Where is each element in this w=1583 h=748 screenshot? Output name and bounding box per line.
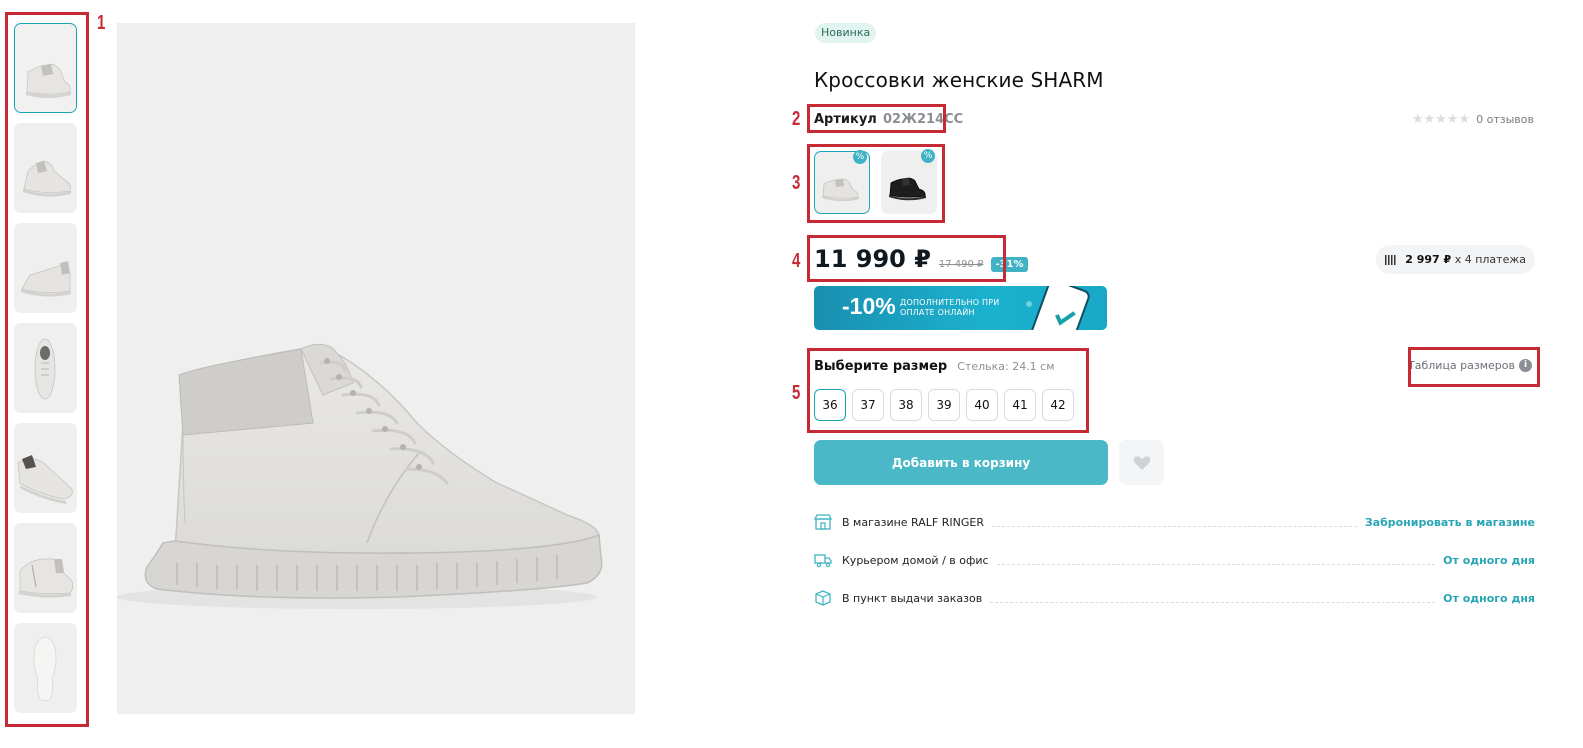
rating-stars-icon: ★★★★★ <box>1411 112 1471 127</box>
annotation-label-2: 2 <box>792 108 801 130</box>
annotation-label-1: 1 <box>97 12 106 34</box>
thumbnail-side-view-2[interactable] <box>14 123 77 213</box>
pickup-delivery-link[interactable]: От одного дня <box>1443 592 1535 605</box>
online-payment-promo-banner[interactable]: -10% дополнительно при оплате онлайн <box>814 286 1107 330</box>
delivery-row-courier: Курьером домой / в офис От одного дня <box>814 552 1535 568</box>
color-option-black[interactable]: % <box>881 149 937 214</box>
size-button-39[interactable]: 39 <box>928 389 960 421</box>
price-block: 11 990 ₽ 17 490 ₽ -31% <box>814 245 1028 273</box>
color-options: % % <box>814 149 937 214</box>
truck-icon <box>814 554 832 568</box>
box-icon <box>815 590 831 606</box>
sku: Артикул 02Ж214СС <box>814 112 963 127</box>
thumbnail-sole-view[interactable] <box>14 623 77 713</box>
main-product-image[interactable] <box>117 23 635 714</box>
info-icon: i <box>1519 359 1532 372</box>
size-header: Выберите размер Стелька: 24.1 см <box>814 359 1055 374</box>
thumbnail-front-view[interactable] <box>14 423 77 513</box>
size-title: Выберите размер <box>814 359 948 374</box>
sale-badge-icon: % <box>921 149 935 163</box>
courier-delivery-link[interactable]: От одного дня <box>1443 554 1535 567</box>
delivery-row-store: В магазине RALF RINGER Забронировать в м… <box>814 514 1535 530</box>
thumbnail-side-view[interactable] <box>14 23 77 113</box>
annotation-label-5: 5 <box>792 382 801 404</box>
store-icon <box>814 514 832 530</box>
insole-length: Стелька: 24.1 см <box>957 360 1055 373</box>
phone-check-icon <box>1026 286 1090 330</box>
product-title: Кроссовки женские SHARM <box>814 68 1104 92</box>
size-button-42[interactable]: 42 <box>1042 389 1074 421</box>
installment-text: x 4 платежа <box>1454 253 1526 266</box>
reviews-count[interactable]: 0 отзывов <box>1476 113 1534 126</box>
delivery-pickup-label: В пункт выдачи заказов <box>842 591 983 605</box>
size-button-36[interactable]: 36 <box>814 389 846 421</box>
installment-amount: 2 997 ₽ <box>1405 253 1452 266</box>
sku-label: Артикул <box>814 112 877 127</box>
favorite-button[interactable] <box>1119 440 1164 485</box>
promo-text: дополнительно при оплате онлайн <box>900 298 1000 317</box>
thumbnail-list <box>14 23 77 723</box>
size-selector: 36 37 38 39 40 41 42 <box>814 389 1074 421</box>
size-button-37[interactable]: 37 <box>852 389 884 421</box>
heart-icon <box>1133 455 1150 470</box>
delivery-store-label: В магазине RALF RINGER <box>842 515 984 529</box>
size-table-label[interactable]: Таблица размеров <box>1408 359 1515 372</box>
installment-icon <box>1385 254 1396 265</box>
add-to-cart-button[interactable]: Добавить в корзину <box>814 440 1108 485</box>
current-price: 11 990 ₽ <box>814 245 931 273</box>
size-button-40[interactable]: 40 <box>966 389 998 421</box>
size-button-38[interactable]: 38 <box>890 389 922 421</box>
size-table-link[interactable]: Таблица размеров i <box>1408 359 1532 372</box>
thumbnail-back-view[interactable] <box>14 223 77 313</box>
thumbnail-top-view[interactable] <box>14 323 77 413</box>
delivery-courier-label: Курьером домой / в офис <box>842 553 989 567</box>
reserve-in-store-link[interactable]: Забронировать в магазине <box>1365 516 1535 529</box>
installment-badge[interactable]: 2 997 ₽ x 4 платежа <box>1376 245 1535 274</box>
promo-percent: -10% <box>842 293 896 319</box>
thumbnail-inner-view[interactable] <box>14 523 77 613</box>
sale-badge-icon: % <box>853 150 867 164</box>
annotation-label-4: 4 <box>792 250 801 272</box>
delivery-row-pickup: В пункт выдачи заказов От одного дня <box>814 590 1535 606</box>
annotation-label-3: 3 <box>792 172 801 194</box>
new-badge: Новинка <box>815 23 877 43</box>
old-price: 17 490 ₽ <box>938 259 984 270</box>
size-button-41[interactable]: 41 <box>1004 389 1036 421</box>
rating[interactable]: ★★★★★ 0 отзывов <box>1412 112 1534 127</box>
sku-value: 02Ж214СС <box>882 112 964 127</box>
discount-badge: -31% <box>991 257 1028 272</box>
color-option-light[interactable]: % <box>814 150 870 214</box>
